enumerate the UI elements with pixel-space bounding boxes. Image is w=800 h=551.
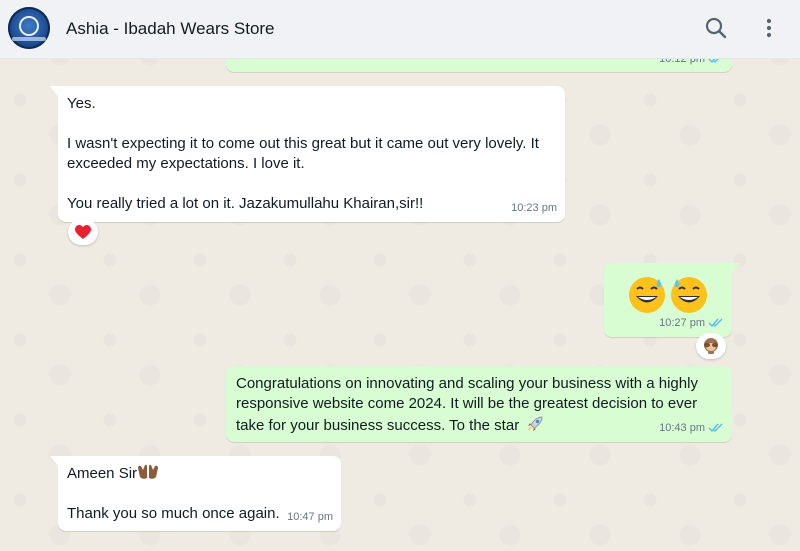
- avatar-logo-ring: [19, 16, 39, 36]
- message-text: Ameen Sir: [67, 465, 138, 482]
- menu-icon[interactable]: [755, 14, 783, 42]
- see-no-evil-monkey-icon[interactable]: [696, 333, 726, 359]
- message-text-line: responsive website come 2024. It will be…: [236, 395, 698, 412]
- search-icon[interactable]: [702, 14, 730, 42]
- bubble-tail: [50, 456, 58, 466]
- message-time: 10:23 pm: [511, 202, 557, 214]
- message-text-line: Congratulations on innovating and scalin…: [236, 375, 698, 392]
- open-hands-emoji: [138, 464, 159, 479]
- heart-icon[interactable]: [68, 219, 98, 245]
- read-ticks-icon: [708, 423, 723, 433]
- avatar[interactable]: [8, 7, 50, 49]
- message-bubble-incoming[interactable]: Yes. I wasn't expecting it to come out t…: [50, 86, 565, 222]
- message-time: 10:27 pm: [659, 313, 724, 333]
- avatar-logo-bar: [12, 37, 46, 41]
- contact-name[interactable]: Ashia - Ibadah Wears Store: [66, 19, 275, 39]
- message-text-line: exceeded my expectations. I love it.: [67, 155, 305, 172]
- message-bubble-outgoing[interactable]: 10:27 pm: [604, 263, 740, 337]
- message-time: 10:43 pm: [659, 418, 724, 438]
- bubble-tail: [50, 86, 58, 96]
- message-time: 10:47 pm: [287, 511, 333, 523]
- message-text-line: Thank you so much once again.: [67, 505, 280, 522]
- message-text-line: You really tried a lot on it. Jazakumull…: [67, 195, 424, 212]
- message-bubble-outgoing[interactable]: Congratulations on innovating and scalin…: [226, 366, 732, 442]
- message-bubble-incoming[interactable]: Ameen Sir Thank you so much once again. …: [50, 456, 341, 531]
- grinning-sweat-emoji: [629, 277, 665, 313]
- message-text-line-with-emoji: take for your business success. To the s…: [236, 414, 545, 436]
- message-text-line: Yes.: [67, 95, 96, 112]
- bubble-tail: [732, 263, 740, 273]
- message-text-line: I wasn't expecting it to come out this g…: [67, 135, 539, 152]
- read-ticks-icon: [708, 318, 723, 328]
- message-text-line-with-emoji: Ameen Sir: [67, 464, 159, 484]
- rocket-icon: [528, 416, 543, 431]
- grinning-sweat-emoji: [671, 277, 707, 313]
- chat-header: Ashia - Ibadah Wears Store: [0, 0, 800, 59]
- message-text: take for your business success. To the s…: [236, 417, 520, 434]
